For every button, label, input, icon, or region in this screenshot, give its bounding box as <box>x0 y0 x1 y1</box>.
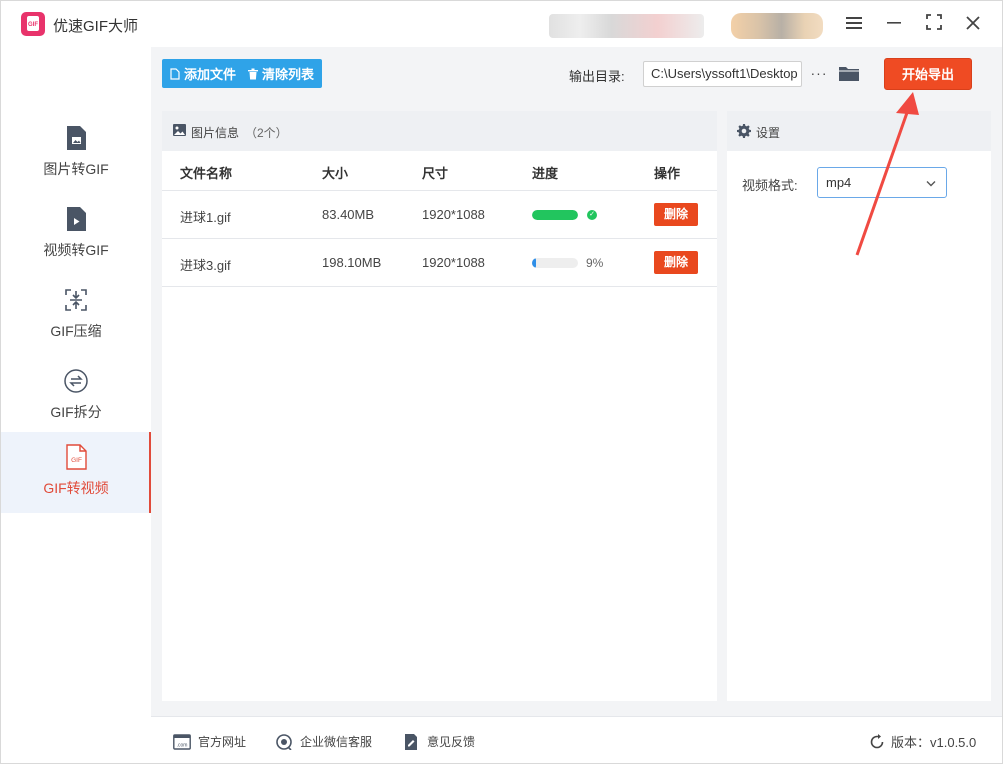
table-row: 进球1.gif 83.40MB 1920*1088 ✓ 删除 <box>162 191 717 239</box>
table-row: 进球3.gif 198.10MB 1920*1088 9% 删除 <box>162 239 717 287</box>
delete-button[interactable]: 删除 <box>654 251 698 274</box>
website-icon: .com <box>173 733 191 750</box>
column-header-name: 文件名称 <box>180 166 233 181</box>
file-panel-title: 图片信息 <box>191 126 240 140</box>
file-count: （2个） <box>245 126 288 140</box>
app-window: GIF 优速GIF大师 图片转GIF 视频转GIF GIF压缩 GIF拆分 GI… <box>0 0 1003 764</box>
refresh-icon <box>870 733 884 748</box>
video-format-label: 视频格式: <box>742 178 798 193</box>
file-button-group: 添加文件 清除列表 <box>162 59 323 88</box>
app-logo-icon: GIF <box>21 12 45 36</box>
check-icon: ✓ <box>587 210 597 220</box>
chat-icon <box>276 733 292 750</box>
file-panel-header: 图片信息 （2个） <box>162 111 717 151</box>
column-header-dimensions: 尺寸 <box>422 166 449 181</box>
sidebar-item-gif-compress[interactable]: GIF压缩 <box>1 275 151 356</box>
gif-file-icon: GIF <box>66 444 87 470</box>
file-name: 进球1.gif <box>180 210 231 225</box>
gear-icon <box>737 124 751 138</box>
settings-title: 设置 <box>756 126 781 140</box>
progress-bar <box>532 210 578 220</box>
file-dimensions: 1920*1088 <box>422 207 485 222</box>
progress-percent: 9% <box>586 256 604 270</box>
start-export-button[interactable]: 开始导出 <box>884 58 972 90</box>
sidebar-item-gif-split[interactable]: GIF拆分 <box>1 356 151 437</box>
progress-fill <box>532 258 537 268</box>
settings-panel: 设置 视频格式: mp4 <box>727 111 991 701</box>
settings-header: 设置 <box>727 111 991 151</box>
feedback-link[interactable]: 意见反馈 <box>402 733 475 750</box>
compress-icon <box>65 289 87 311</box>
clear-list-button[interactable]: 清除列表 <box>248 64 314 83</box>
trash-icon <box>248 68 259 79</box>
video-format-select[interactable]: mp4 <box>817 167 947 198</box>
add-file-button[interactable]: 添加文件 <box>170 64 236 83</box>
folder-icon[interactable] <box>839 65 859 81</box>
delete-button[interactable]: 删除 <box>654 203 698 226</box>
video-format-value: mp4 <box>826 175 852 190</box>
file-size: 83.40MB <box>322 207 375 222</box>
close-icon[interactable] <box>962 13 984 35</box>
file-list-panel: 图片信息 （2个） 文件名称 大小 尺寸 进度 操作 进球1.gif 83.40… <box>162 111 717 701</box>
sidebar-item-image-to-gif[interactable]: 图片转GIF <box>1 113 151 194</box>
image-file-icon <box>67 126 86 150</box>
progress-bar <box>532 258 578 268</box>
wechat-service-link[interactable]: 企业微信客服 <box>275 733 372 750</box>
menu-icon[interactable] <box>843 13 865 35</box>
image-icon <box>173 124 186 136</box>
blurred-account-info <box>549 14 704 38</box>
split-icon <box>64 369 88 393</box>
minimize-icon[interactable] <box>883 13 905 35</box>
version-info[interactable]: 版本：v1.0.5.0 <box>869 732 976 751</box>
sidebar-item-gif-to-video[interactable]: GIF GIF转视频 <box>1 432 151 513</box>
output-dir-label: 输出目录: <box>569 69 625 84</box>
svg-text:.com: .com <box>177 742 188 748</box>
maximize-icon[interactable] <box>923 13 945 35</box>
footer: .com 官方网址 企业微信客服 意见反馈 版本：v1.0.5.0 <box>151 716 1002 763</box>
file-size: 198.10MB <box>322 255 382 270</box>
output-dir-field[interactable]: C:\Users\yssoft1\Desktop <box>643 61 802 87</box>
file-dimensions: 1920*1088 <box>422 255 485 270</box>
svg-text:GIF: GIF <box>71 457 82 464</box>
file-name: 进球3.gif <box>180 258 231 273</box>
progress-fill <box>532 210 578 220</box>
feedback-icon <box>405 733 417 750</box>
column-header-progress: 进度 <box>532 166 559 181</box>
toolbar: 添加文件 清除列表 输出目录: C:\Users\yssoft1\Desktop… <box>151 47 1002 101</box>
video-file-icon <box>67 207 86 231</box>
more-options-icon[interactable]: ··· <box>809 61 829 85</box>
sidebar-item-video-to-gif[interactable]: 视频转GIF <box>1 194 151 275</box>
sidebar: 图片转GIF 视频转GIF GIF压缩 GIF拆分 GIF GIF转视频 <box>1 47 151 763</box>
official-site-link[interactable]: .com 官方网址 <box>173 733 246 750</box>
column-header-size: 大小 <box>322 166 349 181</box>
chevron-down-icon <box>926 181 936 187</box>
blurred-avatar <box>731 13 823 39</box>
column-header-action: 操作 <box>654 166 681 181</box>
title-bar: GIF 优速GIF大师 <box>1 1 1002 47</box>
app-title: 优速GIF大师 <box>53 18 138 35</box>
add-file-icon <box>170 67 180 80</box>
